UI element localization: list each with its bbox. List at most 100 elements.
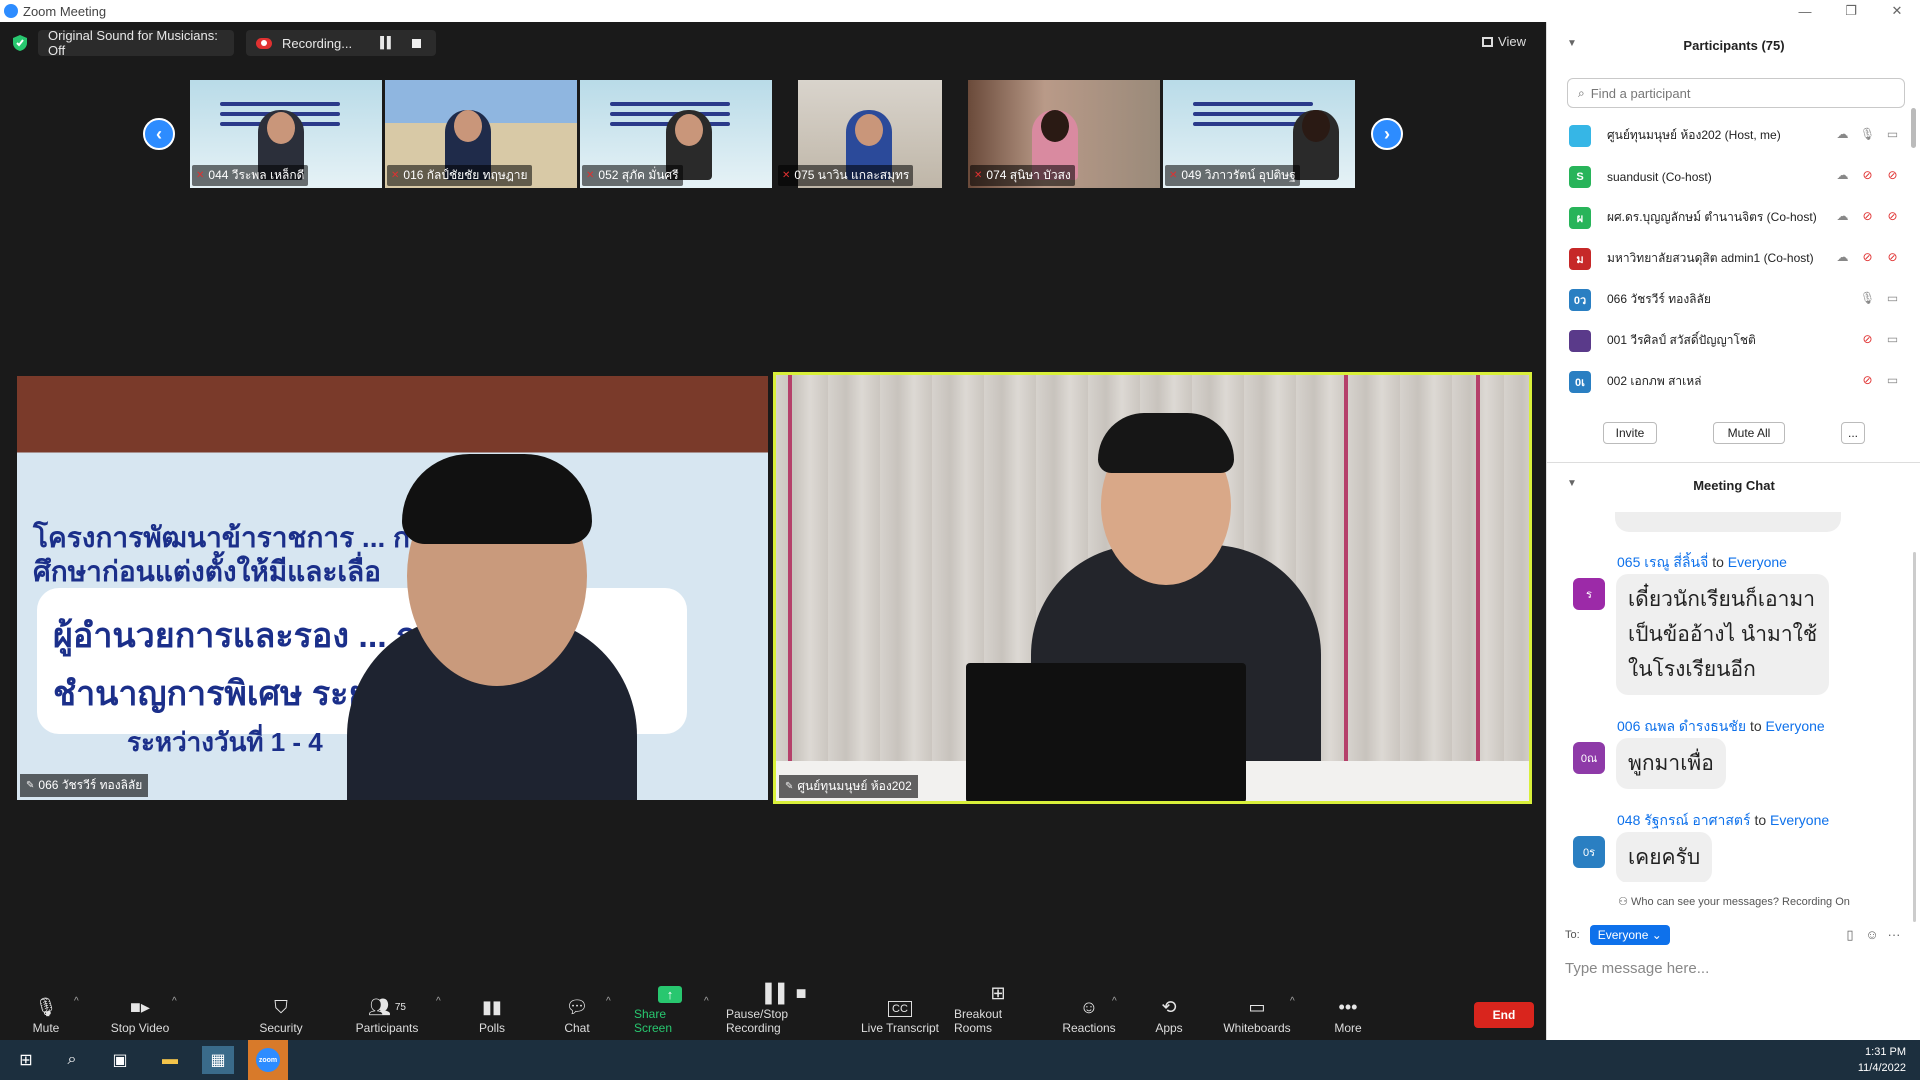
participant-row[interactable]: ศูนย์ทุนมนุษย์ ห้อง202 (Host, me) ☁ 🎙︎ ▭ xyxy=(1547,115,1920,156)
system-clock[interactable]: 1:31 PM 11/4/2022 xyxy=(1858,1044,1906,1076)
stop-recording-button[interactable] xyxy=(411,38,421,48)
share-screen-button[interactable]: ↑ Share Screen xyxy=(634,986,706,1039)
maximize-button[interactable]: ❐ xyxy=(1828,0,1874,22)
thumbnail-name: ✕ 074 สุนิษา บัวสง xyxy=(970,165,1075,186)
whiteboards-options-caret[interactable]: ^ xyxy=(1290,996,1295,1007)
live-transcript-button[interactable]: CC Live Transcript xyxy=(860,986,940,1039)
security-shield-icon[interactable] xyxy=(12,34,28,52)
chat-more-icon[interactable]: ··· xyxy=(1883,927,1905,943)
video-camera-icon[interactable]: ▭ xyxy=(1880,373,1905,387)
more-options-button[interactable]: ... xyxy=(1841,422,1865,444)
share-options-caret[interactable]: ^ xyxy=(704,996,709,1007)
chat-scrollbar[interactable] xyxy=(1913,552,1916,922)
video-name-label: ✎ ศูนย์ทุนมนุษย์ ห้อง202 xyxy=(779,775,918,798)
participant-row[interactable]: ม มหาวิทยาลัยสวนดุสิต admin1 (Co-host) ☁… xyxy=(1547,238,1920,279)
recording-label: Recording... xyxy=(282,35,353,51)
search-placeholder: Find a participant xyxy=(1590,85,1691,101)
security-button[interactable]: ⛉ Security xyxy=(254,986,308,1039)
file-explorer-icon[interactable]: ▬ xyxy=(156,1046,184,1074)
search-icon[interactable]: ⌕ xyxy=(58,1046,86,1074)
next-page-button[interactable]: › xyxy=(1371,118,1403,150)
reactions-button[interactable]: ☺ Reactions xyxy=(1062,986,1116,1039)
thumbnail-tile[interactable]: ✕ 074 สุนิษา บัวสง xyxy=(968,80,1160,188)
previous-page-button[interactable]: ‹ xyxy=(143,118,175,150)
active-speaker-video-tile[interactable]: ✎ ศูนย์ทุนมนุษย์ ห้อง202 xyxy=(773,372,1532,804)
stop-video-button[interactable]: ■▸ Stop Video xyxy=(104,986,176,1039)
mute-button[interactable]: 🎙︎ Mute xyxy=(28,986,64,1039)
thumbnail-tile[interactable]: ✕ 044 วีระพล เหล็กดี xyxy=(190,80,382,188)
mute-all-button[interactable]: Mute All xyxy=(1713,422,1785,444)
view-button[interactable]: View xyxy=(1482,34,1526,49)
thumbnail-tile[interactable]: ✕ 049 วิภาวรัตน์ อุปติษฐ xyxy=(1163,80,1355,188)
pause-recording-button[interactable]: ▌▌ xyxy=(380,37,395,49)
avatar: ม xyxy=(1569,247,1591,270)
mic-icon[interactable]: 🎙︎ xyxy=(1855,127,1880,141)
breakout-rooms-button[interactable]: ⊞ Breakout Rooms xyxy=(954,983,1042,1039)
participants-button[interactable]: 👥︎ 75 Participants xyxy=(352,986,422,1039)
video-off-icon[interactable]: ⊘ xyxy=(1880,250,1905,264)
share-screen-icon: ↑ xyxy=(658,986,682,1003)
avatar: ร xyxy=(1573,578,1605,610)
thumbnail-name: ✕ 075 นาวิน แกละสมุทร xyxy=(778,165,914,186)
participant-row[interactable]: 0ว 066 วัชรวีร์ ทองลิลัย 🎙︎ ▭ xyxy=(1547,279,1920,320)
thumbnail-tile[interactable]: ✕ 016 กัลป์ชัยชัย ทฤษฎาย xyxy=(385,80,577,188)
video-camera-icon[interactable]: ▭ xyxy=(1880,332,1905,346)
chat-sender: 048 รัฐกรณ์ อาศาสตร์ to Everyone xyxy=(1617,812,1830,828)
zoom-logo-icon xyxy=(4,4,18,18)
minimize-button[interactable]: — xyxy=(1782,0,1828,22)
previous-message-bubble xyxy=(1615,512,1841,532)
video-camera-icon[interactable]: ▭ xyxy=(1880,127,1905,141)
video-name-label: ✎ 066 วัชรวีร์ ทองลิลัย xyxy=(20,774,149,797)
whiteboards-button[interactable]: ▭ Whiteboards xyxy=(1222,986,1292,1039)
view-label: View xyxy=(1498,34,1526,49)
emoji-icon[interactable]: ☺ xyxy=(1861,927,1883,943)
close-button[interactable]: ✕ xyxy=(1874,0,1920,22)
more-button[interactable]: ••• More xyxy=(1332,986,1364,1039)
mic-muted-icon[interactable]: ⊘ xyxy=(1855,250,1880,264)
participant-row[interactable]: 0เ 002 เอกภพ สาเหล่ ⊘ ▭ xyxy=(1547,361,1920,400)
audio-options-caret[interactable]: ^ xyxy=(74,996,79,1007)
video-off-icon[interactable]: ⊘ xyxy=(1880,209,1905,223)
participants-list: ศูนย์ทุนมนุษย์ ห้อง202 (Host, me) ☁ 🎙︎ ▭ S… xyxy=(1547,115,1920,400)
chat-options-caret[interactable]: ^ xyxy=(606,996,611,1007)
mic-muted-icon[interactable]: ⊘ xyxy=(1855,332,1880,346)
original-sound-toggle[interactable]: Original Sound for Musicians: Off xyxy=(38,28,234,58)
bar-chart-icon: ▮▮ xyxy=(482,996,502,1017)
zoom-taskbar-icon[interactable]: zoom xyxy=(248,1040,288,1080)
to-label: To: xyxy=(1565,929,1580,941)
thumbnail-name: ✕ 052 สุภัค มั่นศรี xyxy=(582,165,683,186)
main-video-tile[interactable]: โครงการพัฒนาข้าราชการ ... การ ศึกษาก่อนแ… xyxy=(17,376,768,800)
mic-muted-icon[interactable]: ⊘ xyxy=(1855,209,1880,223)
polls-button[interactable]: ▮▮ Polls xyxy=(476,986,508,1039)
recipient-dropdown[interactable]: Everyone ⌄ xyxy=(1589,925,1670,945)
video-off-icon[interactable]: ⊘ xyxy=(1880,168,1905,182)
chat-message-input[interactable]: Type message here... xyxy=(1565,960,1709,977)
avatar xyxy=(1569,329,1591,352)
chat-button[interactable]: 💬︎ Chat xyxy=(562,986,592,1039)
windows-start-icon[interactable]: ⊞ xyxy=(12,1046,40,1074)
thumbnail-tile[interactable]: ✕ 052 สุภัค มั่นศรี xyxy=(580,80,772,188)
reactions-options-caret[interactable]: ^ xyxy=(1112,996,1117,1007)
file-icon[interactable]: ▯ xyxy=(1839,927,1861,943)
participant-row[interactable]: S suandusit (Co-host) ☁ ⊘ ⊘ xyxy=(1547,156,1920,197)
participant-row[interactable]: ผ ผศ.ดร.บุญญลักษม์ ตำนานจิตร (Co-host) ☁… xyxy=(1547,197,1920,238)
who-can-see-messages[interactable]: ⚇ Who can see your messages? Recording O… xyxy=(1547,895,1920,908)
video-options-caret[interactable]: ^ xyxy=(172,996,177,1007)
participants-options-caret[interactable]: ^ xyxy=(436,996,441,1007)
mic-icon[interactable]: 🎙︎ xyxy=(1855,291,1880,305)
pause-stop-recording-button[interactable]: ▌▌ ■ Pause/Stop Recording xyxy=(726,983,846,1039)
invite-button[interactable]: Invite xyxy=(1603,422,1657,444)
participant-search-input[interactable]: ⌕ Find a participant xyxy=(1567,78,1905,108)
app-taskbar-icon[interactable]: ▦ xyxy=(202,1046,234,1074)
task-view-icon[interactable]: ▣ xyxy=(106,1046,134,1074)
end-meeting-button[interactable]: End xyxy=(1474,1002,1534,1028)
pin-icon: ✎ xyxy=(26,780,35,791)
participant-row[interactable]: 001 วีรศิลป์ สวัสดิ์ปัญญาโชติ ⊘ ▭ xyxy=(1547,320,1920,361)
mic-muted-icon[interactable]: ⊘ xyxy=(1855,168,1880,182)
video-camera-icon[interactable]: ▭ xyxy=(1880,291,1905,305)
poster-text: ระหว่างวันที่ 1 - 4 xyxy=(127,727,323,757)
zoom-app-window: Zoom Meeting — ❐ ✕ Original Sound for Mu… xyxy=(0,0,1920,1080)
apps-button[interactable]: ⟲ Apps xyxy=(1154,986,1184,1039)
thumbnail-tile[interactable]: ✕ 075 นาวิน แกละสมุทร xyxy=(776,80,944,188)
mic-muted-icon[interactable]: ⊘ xyxy=(1855,373,1880,387)
